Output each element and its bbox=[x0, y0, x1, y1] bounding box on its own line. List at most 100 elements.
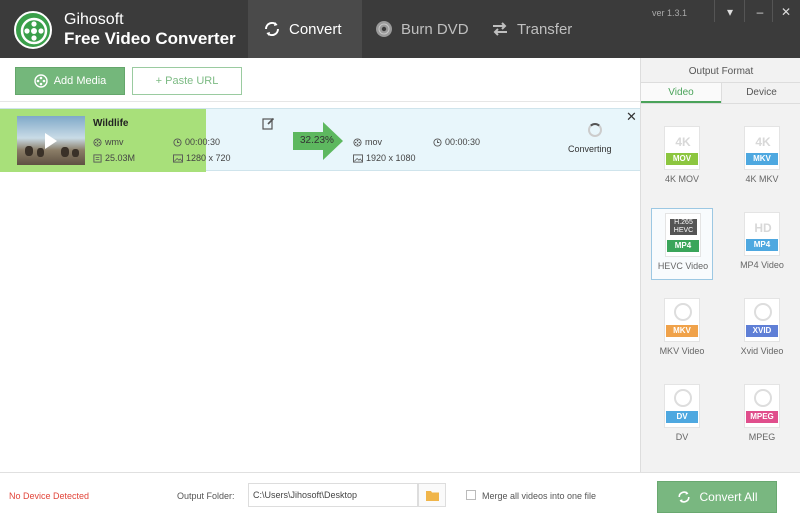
format-option-mkv-video[interactable]: MKV MKV Video bbox=[651, 294, 713, 366]
source-resolution-text: 1280 x 720 bbox=[186, 153, 231, 163]
target-resolution: 1920 x 1080 bbox=[353, 153, 416, 163]
source-format: wmv bbox=[93, 137, 124, 147]
format-badge: MPEG bbox=[746, 411, 778, 423]
conversion-status: Converting bbox=[568, 144, 612, 154]
format-option-mpeg[interactable]: MPEG MPEG bbox=[731, 380, 793, 452]
convert-icon bbox=[678, 491, 691, 503]
file-size-icon bbox=[93, 153, 102, 163]
format-file-icon: DV bbox=[664, 384, 700, 428]
output-format-tabs: Video Device bbox=[641, 82, 800, 104]
convert-icon bbox=[264, 21, 280, 37]
tab-burn-dvd[interactable]: Burn DVD bbox=[374, 0, 469, 58]
output-format-title: Output Format bbox=[688, 66, 754, 77]
tab-transfer[interactable]: Transfer bbox=[490, 0, 572, 58]
tab-video[interactable]: Video bbox=[641, 83, 721, 103]
format-file-icon: HD MP4 bbox=[744, 212, 780, 256]
format-badge: MOV bbox=[666, 153, 698, 165]
format-file-icon: MPEG bbox=[744, 384, 780, 428]
hevc-chip-icon: H.265 HEVC bbox=[670, 219, 697, 235]
format-option-4k-mov[interactable]: 4K MOV 4K MOV bbox=[651, 122, 713, 194]
divider bbox=[714, 0, 715, 22]
source-resolution: 1280 x 720 bbox=[173, 153, 231, 163]
target-format[interactable]: mov bbox=[353, 137, 382, 147]
target-format-text: mov bbox=[365, 137, 383, 147]
browse-folder-button[interactable] bbox=[418, 483, 446, 507]
play-icon[interactable] bbox=[45, 133, 57, 149]
version-label: ver 1.3.1 bbox=[652, 8, 688, 18]
format-badge: XVID bbox=[746, 325, 778, 337]
tab-device[interactable]: Device bbox=[721, 83, 800, 103]
menu-dropdown-icon[interactable]: ▾ bbox=[720, 4, 740, 20]
format-label: MPEG bbox=[748, 432, 776, 442]
format-option-mp4-video[interactable]: HD MP4 MP4 Video bbox=[731, 208, 793, 280]
close-window-icon[interactable]: ✕ bbox=[776, 4, 796, 20]
device-status: No Device Detected bbox=[9, 491, 90, 501]
merge-label: Merge all videos into one file bbox=[482, 491, 597, 501]
format-big-text: 4K bbox=[755, 135, 771, 149]
image-icon bbox=[353, 153, 363, 163]
film-reel-icon bbox=[674, 303, 692, 321]
format-label: 4K MOV bbox=[664, 174, 699, 184]
edit-icon[interactable] bbox=[262, 117, 275, 130]
format-file-icon: 4K MKV bbox=[744, 126, 780, 170]
format-option-xvid-video[interactable]: XVID Xvid Video bbox=[731, 294, 793, 366]
source-size-text: 25.03M bbox=[105, 153, 136, 163]
output-folder-input[interactable] bbox=[248, 483, 418, 507]
format-option-hevc-video[interactable]: H.265 HEVC MP4 HEVC Video bbox=[651, 208, 713, 280]
film-reel-icon bbox=[353, 137, 362, 147]
add-media-button[interactable]: Add Media bbox=[15, 67, 125, 95]
app-name-line1: Gihosoft bbox=[64, 11, 124, 28]
format-option-dv[interactable]: DV DV bbox=[651, 380, 713, 452]
format-badge: DV bbox=[666, 411, 698, 423]
thumbnail-detail bbox=[72, 149, 79, 157]
source-size: 25.03M bbox=[93, 153, 135, 163]
source-duration: 00:00:30 bbox=[173, 137, 220, 147]
output-format-panel: Output Format Video Device 4K MOV 4K MOV 4K… bbox=[640, 58, 800, 472]
merge-checkbox[interactable] bbox=[466, 490, 476, 500]
divider bbox=[744, 0, 745, 22]
app-name: Gihosoft Free Video Converter bbox=[64, 10, 236, 48]
loading-spinner-icon bbox=[588, 123, 602, 137]
folder-icon bbox=[426, 491, 439, 501]
film-reel-icon bbox=[754, 389, 772, 407]
convert-all-label: Convert All bbox=[699, 490, 758, 504]
tab-convert[interactable]: Convert bbox=[248, 0, 362, 58]
clock-icon bbox=[433, 137, 442, 147]
format-badge: MP4 bbox=[667, 240, 699, 252]
format-label: Xvid Video bbox=[740, 346, 784, 356]
app-logo-icon bbox=[14, 11, 52, 49]
format-label: HEVC Video bbox=[657, 261, 709, 271]
format-label: 4K MKV bbox=[745, 174, 779, 184]
video-thumbnail[interactable] bbox=[17, 116, 85, 165]
paste-url-button[interactable]: + Paste URL bbox=[132, 67, 242, 95]
format-badge: MP4 bbox=[746, 239, 778, 251]
file-name: Wildlife bbox=[93, 118, 129, 129]
transfer-icon bbox=[493, 22, 507, 36]
format-file-icon: 4K MOV bbox=[664, 126, 700, 170]
film-reel-icon bbox=[34, 74, 48, 88]
image-icon bbox=[173, 153, 183, 163]
format-badge: MKV bbox=[666, 325, 698, 337]
toolbar: Add Media + Paste URL bbox=[0, 58, 640, 102]
convert-all-button[interactable]: Convert All bbox=[657, 481, 777, 513]
thumbnail-detail bbox=[25, 146, 33, 156]
format-big-text: 4K bbox=[675, 135, 691, 149]
format-badge: MKV bbox=[746, 153, 778, 165]
title-bar: Gihosoft Free Video Converter Convert Bu… bbox=[0, 0, 800, 58]
film-reel-icon bbox=[754, 303, 772, 321]
target-duration-text: 00:00:30 bbox=[445, 137, 481, 147]
format-option-4k-mkv[interactable]: 4K MKV 4K MKV bbox=[731, 122, 793, 194]
disc-icon bbox=[376, 21, 392, 37]
tab-convert-label: Convert bbox=[289, 20, 342, 38]
minimize-icon[interactable]: – bbox=[750, 4, 770, 20]
film-reel-icon bbox=[93, 137, 102, 147]
target-duration: 00:00:30 bbox=[433, 137, 480, 147]
tab-transfer-label: Transfer bbox=[517, 20, 573, 38]
source-duration-text: 00:00:30 bbox=[185, 137, 221, 147]
format-file-icon: H.265 HEVC MP4 bbox=[665, 213, 701, 257]
format-big-text: HD bbox=[754, 221, 772, 235]
remove-file-icon[interactable]: ✕ bbox=[626, 109, 637, 125]
format-file-icon: XVID bbox=[744, 298, 780, 342]
paste-url-label: + Paste URL bbox=[155, 75, 219, 87]
file-row[interactable]: Wildlife wmv 00:00:30 25.03M 1280 x 720 … bbox=[0, 108, 640, 172]
